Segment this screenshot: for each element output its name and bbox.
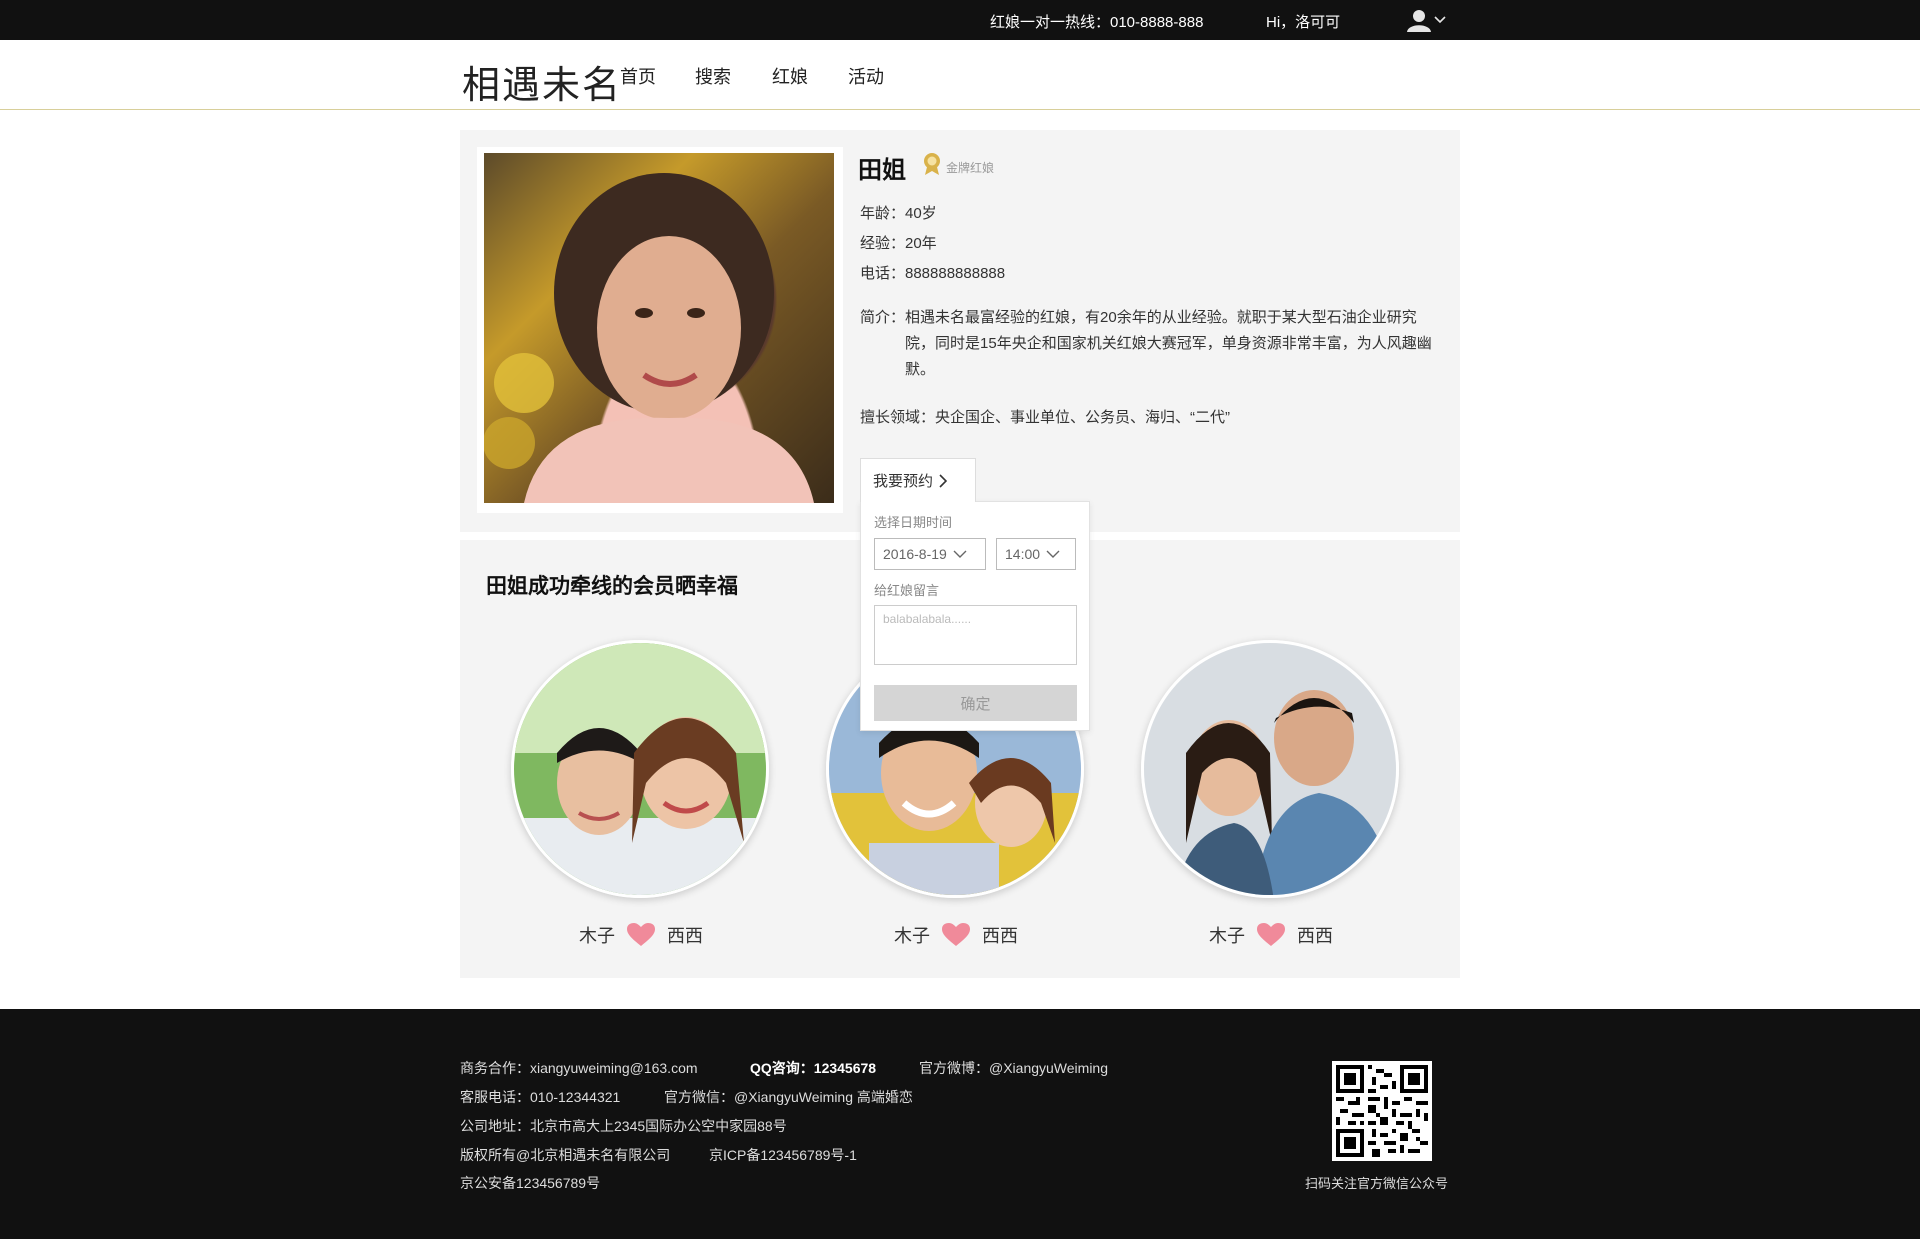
date-value: 2016-8-19 bbox=[883, 546, 947, 562]
chevron-down-icon bbox=[1434, 16, 1446, 24]
site-footer: 商务合作：xiangyuweiming@163.com QQ咨询：1234567… bbox=[0, 1009, 1920, 1239]
heart-icon bbox=[1257, 923, 1285, 946]
footer-business-contact[interactable]: 商务合作：xiangyuweiming@163.com bbox=[460, 1058, 698, 1078]
matchmaker-photo bbox=[484, 153, 834, 503]
couple-card[interactable]: 木子 西西 bbox=[1141, 640, 1401, 946]
footer-wechat[interactable]: 官方微信：@XiangyuWeiming 高端婚恋 bbox=[664, 1087, 913, 1107]
message-label: 给红娘留言 bbox=[874, 583, 940, 598]
couple-name-right: 西西 bbox=[667, 926, 703, 946]
user-greeting[interactable]: Hi，洛可可 bbox=[1266, 11, 1340, 32]
chevron-down-icon bbox=[953, 550, 967, 558]
main-nav: 相遇未名 首页 搜索 红娘 活动 bbox=[0, 40, 1920, 110]
wechat-qr-code bbox=[1332, 1061, 1432, 1161]
site-logo[interactable]: 相遇未名 bbox=[462, 54, 622, 109]
user-icon bbox=[1407, 10, 1431, 32]
footer-qq[interactable]: QQ咨询：12345678 bbox=[750, 1058, 876, 1078]
chevron-down-icon bbox=[1046, 550, 1060, 558]
footer-service-phone: 客服电话：010-12344321 bbox=[460, 1089, 621, 1105]
phone-text: 电话：888888888888 bbox=[860, 265, 1006, 282]
message-input[interactable] bbox=[874, 605, 1077, 665]
badge-label: 金牌红娘 bbox=[946, 160, 995, 175]
couple-names: 木子 西西 bbox=[1141, 922, 1401, 948]
intro-block: 简介： 相遇未名最富经验的红娘，有20余年的从业经验。就职于某大型石油企业研究院… bbox=[860, 305, 1440, 383]
nav-item-events[interactable]: 活动 bbox=[848, 63, 884, 89]
confirm-button[interactable]: 确定 bbox=[874, 685, 1077, 721]
couple-photo bbox=[1141, 640, 1399, 898]
couple-names: 木子 西西 bbox=[826, 922, 1086, 948]
book-appointment-label: 我要预约 bbox=[873, 473, 934, 490]
age-text: 年龄：40岁 bbox=[860, 205, 937, 222]
nav-item-home[interactable]: 首页 bbox=[620, 63, 656, 89]
datetime-label: 选择日期时间 bbox=[874, 515, 953, 530]
footer-weibo[interactable]: 官方微博：@XiangyuWeiming bbox=[919, 1058, 1108, 1078]
couple-name-right: 西西 bbox=[982, 926, 1018, 946]
footer-copyright: 版权所有@北京相遇未名有限公司 bbox=[460, 1147, 671, 1163]
top-bar: 红娘一对一热线：010-8888-888 Hi，洛可可 bbox=[0, 0, 1920, 40]
date-select[interactable]: 2016-8-19 bbox=[874, 538, 986, 570]
couple-name-right: 西西 bbox=[1297, 926, 1333, 946]
user-menu[interactable] bbox=[1406, 7, 1448, 33]
experience-text: 经验：20年 bbox=[860, 235, 937, 252]
book-appointment-button[interactable]: 我要预约 bbox=[860, 458, 976, 502]
intro-label: 简介： bbox=[860, 309, 906, 326]
couple-photo bbox=[511, 640, 769, 898]
couple-card[interactable]: 木子 西西 bbox=[511, 640, 771, 946]
couple-name-left: 木子 bbox=[579, 926, 615, 946]
medal-icon bbox=[924, 153, 940, 175]
section-title: 田姐成功牵线的会员晒幸福 bbox=[486, 575, 738, 598]
footer-police-record[interactable]: 京公安备123456789号 bbox=[460, 1173, 600, 1193]
heart-icon bbox=[627, 923, 655, 946]
booking-popup: 选择日期时间 2016-8-19 14:00 给红娘留言 确定 bbox=[860, 501, 1090, 731]
nav-item-matchmaker[interactable]: 红娘 bbox=[772, 63, 808, 89]
matchmaker-profile-card: 田姐 金牌红娘 年龄：40岁 经验：20年 电话：888888888888 简介… bbox=[460, 130, 1460, 532]
intro-text: 相遇未名最富经验的红娘，有20余年的从业经验。就职于某大型石油企业研究院，同时是… bbox=[905, 309, 1432, 378]
chevron-right-icon bbox=[939, 473, 948, 488]
footer-icp[interactable]: 京ICP备123456789号-1 bbox=[709, 1145, 857, 1165]
nav-item-search[interactable]: 搜索 bbox=[695, 63, 731, 89]
heart-icon bbox=[942, 923, 970, 946]
gold-badge: 金牌红娘 bbox=[922, 152, 994, 176]
matchmaker-name: 田姐 bbox=[858, 157, 906, 184]
expertise-text: 擅长领域：央企国企、事业单位、公务员、海归、“二代” bbox=[860, 409, 1230, 426]
hotline-text: 红娘一对一热线：010-8888-888 bbox=[990, 14, 1204, 31]
couple-names: 木子 西西 bbox=[511, 922, 771, 948]
qr-caption: 扫码关注官方微信公众号 bbox=[1305, 1176, 1449, 1191]
matchmaker-photo-frame bbox=[477, 147, 843, 513]
time-value: 14:00 bbox=[1005, 546, 1041, 562]
footer-address: 公司地址：北京市高大上2345国际办公空中家园88号 bbox=[460, 1118, 787, 1134]
couple-name-left: 木子 bbox=[1209, 926, 1245, 946]
couple-name-left: 木子 bbox=[894, 926, 930, 946]
time-select[interactable]: 14:00 bbox=[996, 538, 1076, 570]
